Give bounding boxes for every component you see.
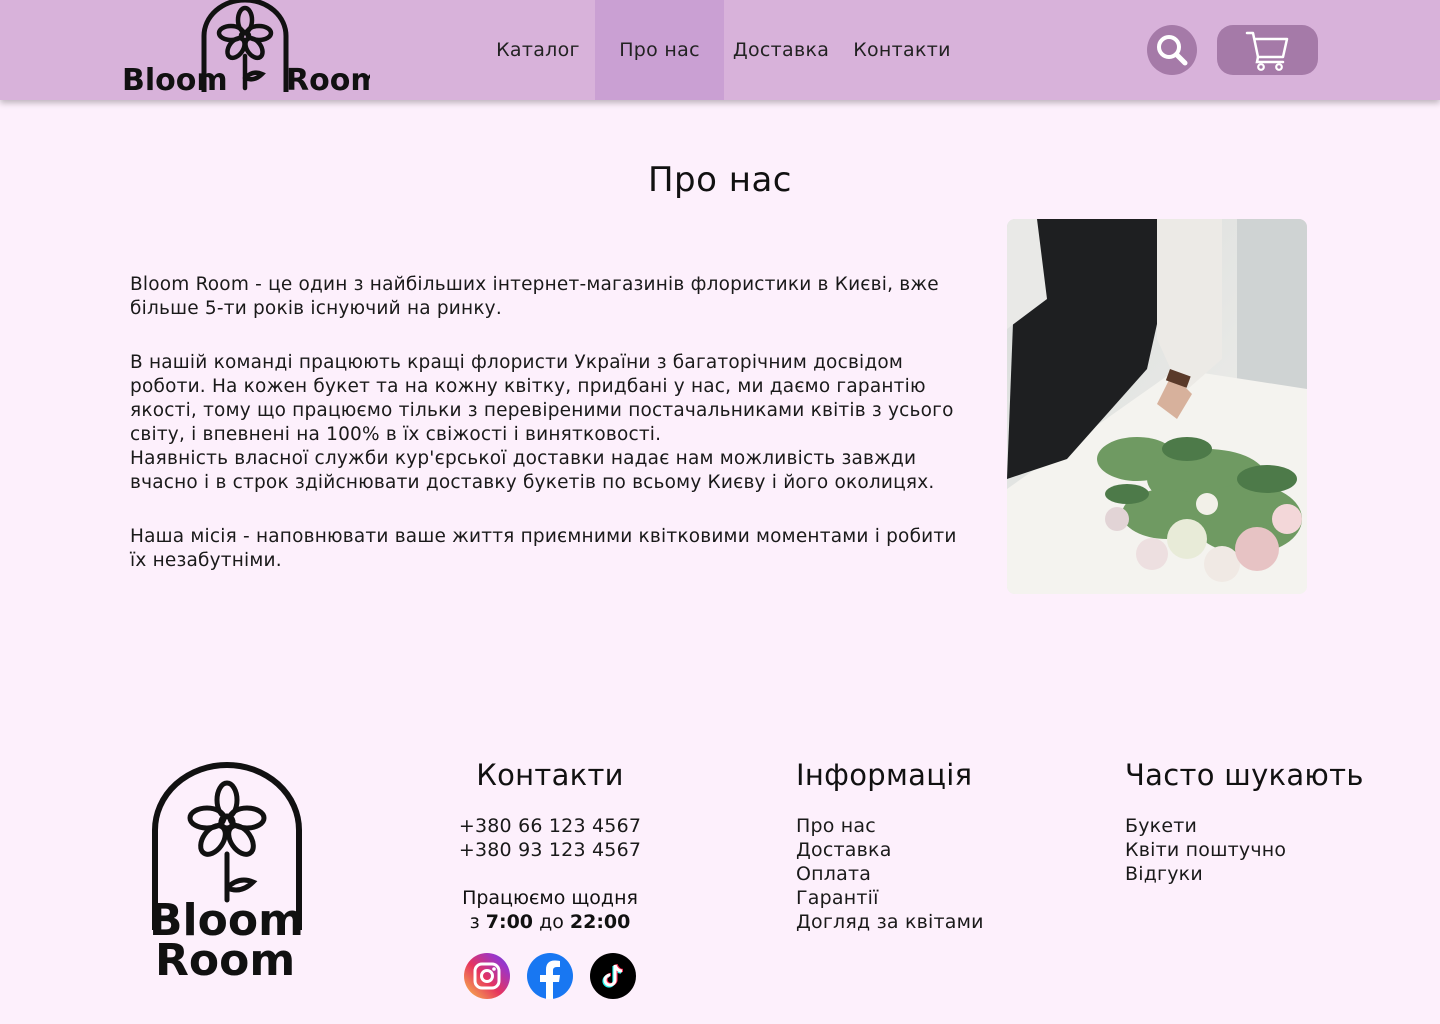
footer-often-searched: Часто шукають Букети Квіти поштучно Відг… [1125,758,1425,886]
site-header: Bloom Room Каталог Про нас Доставка Конт… [0,0,1440,100]
footer-link-about[interactable]: Про нас [796,814,1056,838]
working-hours: Працюємо щодня з 7:00 до 22:00 [430,886,670,934]
social-links [464,953,636,999]
footer-link-reviews[interactable]: Відгуки [1125,862,1425,886]
tiktok-icon [602,963,624,988]
nav-delivery[interactable]: Доставка [726,0,836,100]
svg-text:Bloom: Bloom [122,63,228,98]
footer-link-bouquets[interactable]: Букети [1125,814,1425,838]
cart-icon [1245,31,1288,71]
cart-button[interactable] [1217,25,1318,75]
hours-to: 22:00 [569,911,631,933]
nav-contacts[interactable]: Контакти [848,0,956,100]
about-paragraph: Bloom Room - це один з найбільших інтерн… [130,274,939,319]
header-logo[interactable]: Bloom Room [120,0,370,100]
about-text: Bloom Room - це один з найбільших інтерн… [130,273,960,603]
footer-link-payment[interactable]: Оплата [796,862,1056,886]
facebook-link[interactable] [527,953,573,999]
about-paragraph: Наша місія - наповнювати ваше життя приє… [130,526,957,571]
footer-link-delivery[interactable]: Доставка [796,838,1056,862]
tiktok-link[interactable] [590,953,636,999]
footer-info-title: Інформація [796,758,973,792]
footer-link-single-flowers[interactable]: Квіти поштучно [1125,838,1425,862]
footer-link-care[interactable]: Догляд за квітами [796,910,1056,934]
phone-link[interactable]: +380 93 123 4567 [430,838,670,862]
florist-photo [1007,219,1307,594]
svg-text:Room: Room [286,63,370,98]
nav-catalog[interactable]: Каталог [488,0,588,100]
footer-contacts-title: Контакти [476,758,624,792]
working-hours-range: з 7:00 до 22:00 [430,910,670,934]
hours-from-prefix: з [469,911,480,933]
working-hours-label: Працюємо щодня [462,887,638,909]
logo-flower-arch-icon: Bloom Room [149,762,304,986]
about-paragraph: Наявність власної служби кур'єрської дос… [130,448,935,493]
footer-contacts: Контакти +380 66 123 4567 +380 93 123 45… [430,758,670,934]
svg-text:Room: Room [155,935,295,985]
facebook-icon [540,960,560,999]
hours-from: 7:00 [485,911,534,933]
page-title: Про нас [647,160,792,200]
nav-about[interactable]: Про нас [595,0,724,100]
footer-link-guarantees[interactable]: Гарантії [796,886,1056,910]
about-paragraph: В нашій команді працюють кращі флористи … [130,352,954,445]
footer-info: Інформація Про нас Доставка Оплата Гаран… [796,758,1056,934]
footer-logo[interactable]: Bloom Room [145,760,310,986]
logo-flower-arch-icon: Bloom Room [122,0,370,98]
search-button[interactable] [1147,25,1197,75]
instagram-icon [473,962,501,990]
phone-link[interactable]: +380 66 123 4567 [430,814,670,838]
hours-to-prefix: до [539,911,564,933]
search-icon [1157,35,1188,66]
instagram-link[interactable] [464,953,510,999]
footer-often-title: Часто шукають [1125,758,1364,792]
